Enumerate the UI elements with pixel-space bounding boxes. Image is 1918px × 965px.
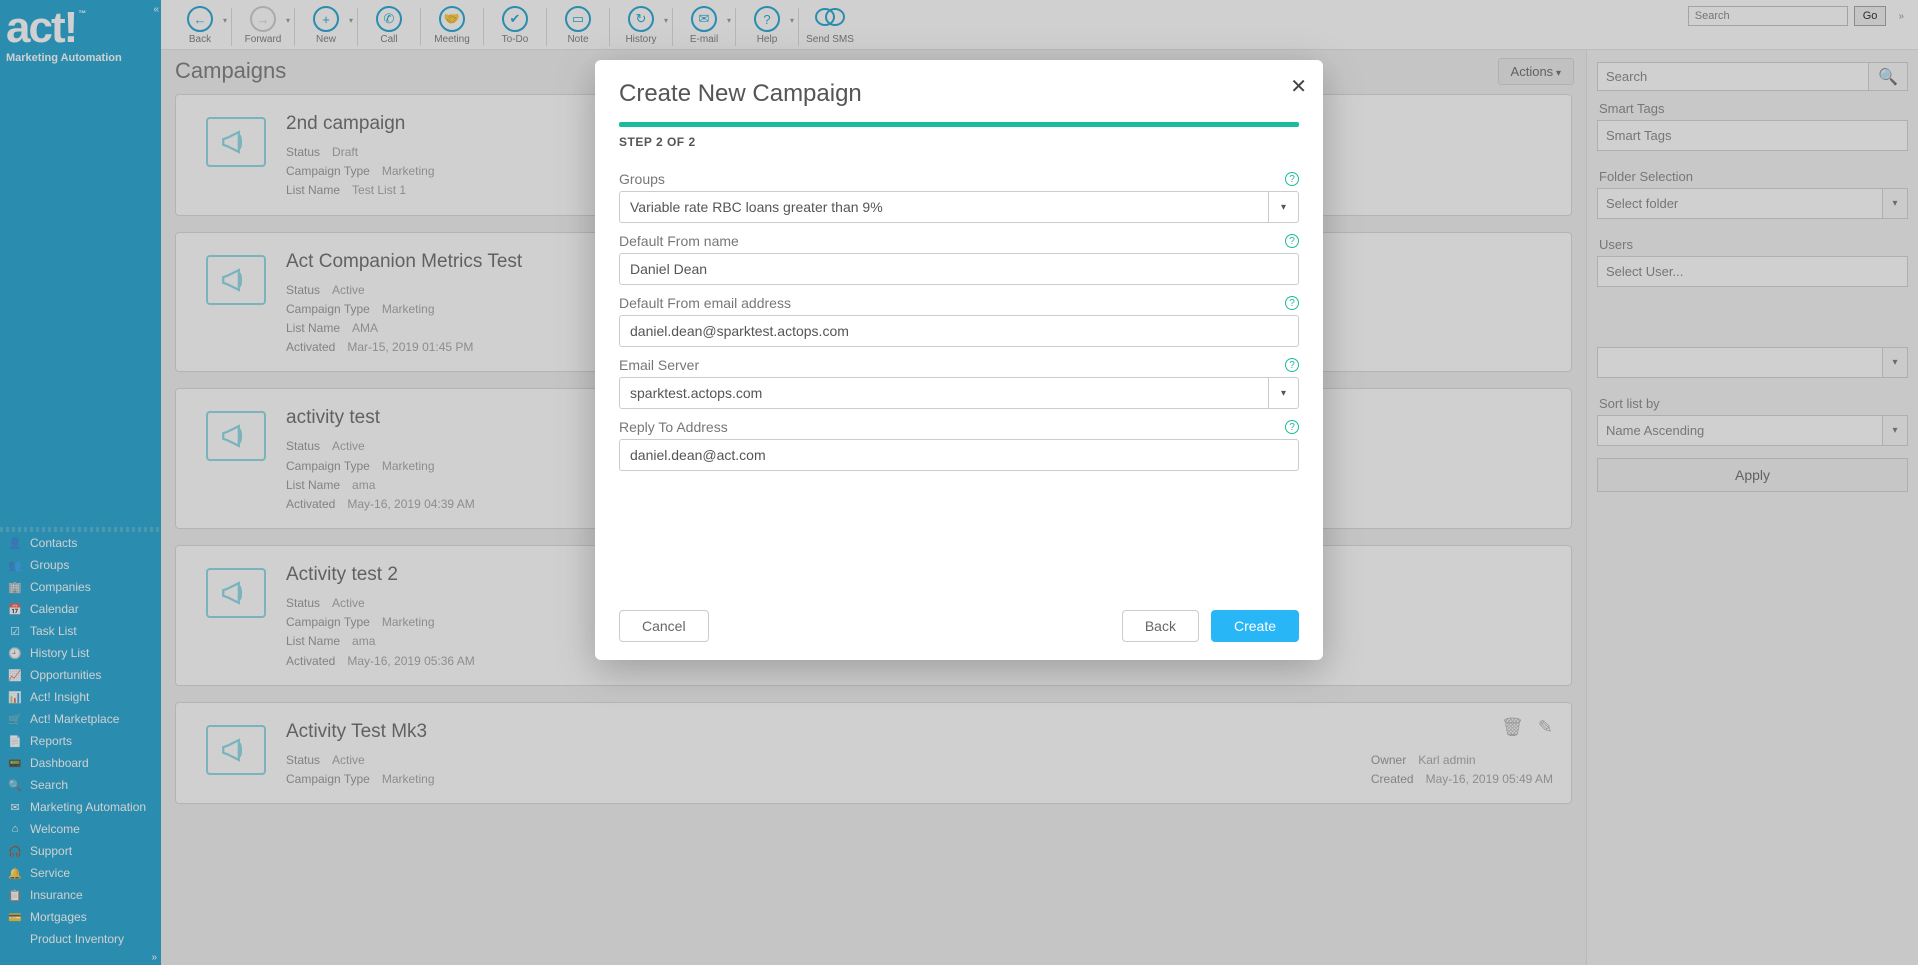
groups-label: Groups bbox=[619, 171, 665, 187]
modal-title: Create New Campaign bbox=[619, 80, 1299, 108]
help-icon[interactable]: ? bbox=[1285, 420, 1299, 434]
help-icon[interactable]: ? bbox=[1285, 296, 1299, 310]
modal-footer: Cancel Back Create bbox=[619, 590, 1299, 642]
chevron-down-icon[interactable]: ▾ bbox=[1269, 377, 1299, 409]
create-campaign-modal: ✕ Create New Campaign STEP 2 OF 2 Groups… bbox=[595, 60, 1323, 660]
create-button[interactable]: Create bbox=[1211, 610, 1299, 642]
from-email-label: Default From email address bbox=[619, 295, 791, 311]
email-server-select[interactable] bbox=[619, 377, 1269, 409]
close-icon: ✕ bbox=[1290, 76, 1307, 98]
chevron-down-icon[interactable]: ▾ bbox=[1269, 191, 1299, 223]
from-name-input[interactable] bbox=[619, 253, 1299, 285]
modal-close-button[interactable]: ✕ bbox=[1290, 74, 1307, 99]
help-icon[interactable]: ? bbox=[1285, 172, 1299, 186]
reply-to-label: Reply To Address bbox=[619, 419, 728, 435]
back-button[interactable]: Back bbox=[1122, 610, 1199, 642]
cancel-button[interactable]: Cancel bbox=[619, 610, 709, 642]
from-email-input[interactable] bbox=[619, 315, 1299, 347]
from-name-label: Default From name bbox=[619, 233, 739, 249]
help-icon[interactable]: ? bbox=[1285, 234, 1299, 248]
modal-backdrop[interactable]: ✕ Create New Campaign STEP 2 OF 2 Groups… bbox=[0, 0, 1918, 965]
email-server-label: Email Server bbox=[619, 357, 699, 373]
help-icon[interactable]: ? bbox=[1285, 358, 1299, 372]
modal-progress-bar bbox=[619, 122, 1299, 127]
groups-select[interactable] bbox=[619, 191, 1269, 223]
reply-to-input[interactable] bbox=[619, 439, 1299, 471]
modal-step-label: STEP 2 OF 2 bbox=[619, 135, 1299, 149]
